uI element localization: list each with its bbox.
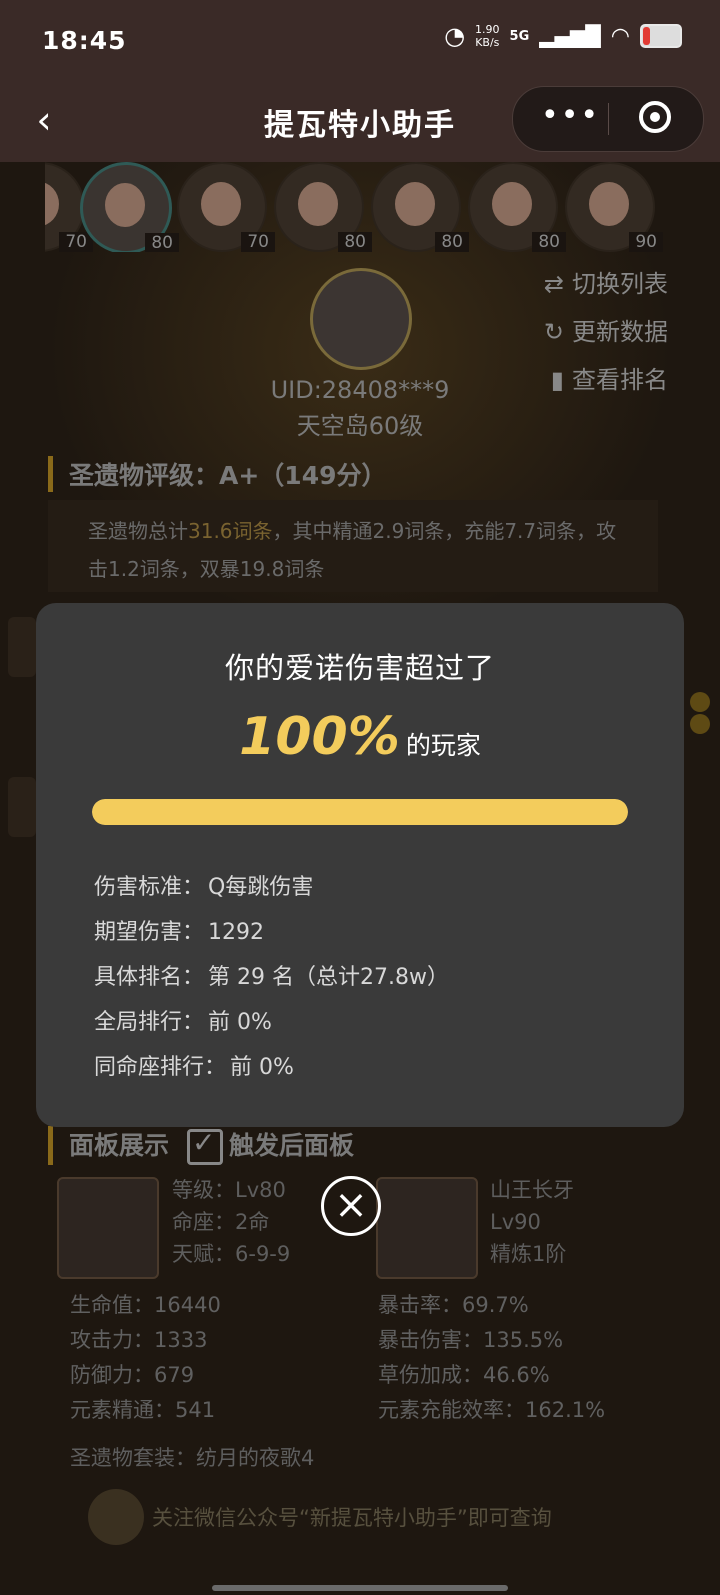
status-icons: ◔ 1.90 KB/s 5G ▂▄▆█ ◠	[444, 22, 682, 50]
character-level: 90	[629, 232, 663, 252]
panel-section-title: 面板展示触发后面板	[48, 1126, 354, 1165]
character-info: 等级：Lv80 命座：2命 天赋：6-9-9	[172, 1178, 291, 1266]
signal-icon: ▂▄▆█	[539, 24, 601, 48]
speed-value: 1.90	[475, 23, 500, 36]
status-bar: 18:45 ◔ 1.90 KB/s 5G ▂▄▆█ ◠	[0, 0, 720, 82]
checkbox-icon[interactable]	[187, 1126, 224, 1165]
stats-right: 暴击率：69.7% 暴击伤害：135.5% 草伤加成：46.6% 元素充能效率：…	[378, 1293, 606, 1422]
character-level: 80	[435, 232, 469, 252]
character-avatar-selected[interactable]: 80	[80, 162, 179, 252]
artifact-rating-title: 圣遗物评级：A+（149分）	[48, 456, 386, 492]
ranking-modal: 你的爱诺伤害超过了 100% 的玩家 伤害标准： Q每跳伤害 期望伤害： 1292 具…	[36, 603, 684, 1127]
close-miniprogram-button[interactable]	[639, 101, 671, 133]
footer: 关注微信公众号“新提瓦特小助手”即可查询	[88, 1489, 552, 1545]
weapon-image	[376, 1177, 478, 1279]
percent-value: 100%	[239, 707, 400, 767]
side-indicator	[690, 714, 710, 734]
detail-row: 伤害标准： Q每跳伤害	[94, 875, 314, 900]
network-speed: 1.90 KB/s	[475, 23, 500, 49]
home-indicator[interactable]	[212, 1585, 508, 1591]
switch-list-button[interactable]: ⇄ 切换列表	[544, 260, 668, 308]
character-avatar[interactable]: 80	[371, 162, 469, 252]
character-avatar[interactable]: 70	[177, 162, 275, 252]
character-avatar[interactable]: 90	[565, 162, 663, 252]
character-avatar[interactable]: 70	[45, 162, 93, 252]
stats-left: 生命值：16440 攻击力：1333 防御力：679 元素精通：541	[70, 1293, 221, 1422]
character-level: 80	[338, 232, 372, 252]
side-card	[8, 777, 36, 837]
modal-headline: 你的爱诺伤害超过了	[224, 651, 495, 685]
title-bar: ‹ 提瓦特小助手 •••	[0, 82, 720, 162]
battery-icon	[640, 24, 682, 48]
profile-avatar	[310, 268, 412, 370]
server-level: 天空岛60级	[296, 412, 424, 440]
progress-fill	[92, 799, 628, 825]
progress-bar	[92, 799, 628, 825]
detail-row: 全局排行：前 0%	[94, 1010, 272, 1035]
close-modal-button[interactable]: ×	[321, 1176, 381, 1236]
footer-text: 关注微信公众号“新提瓦特小助手”即可查询	[152, 1506, 552, 1530]
wifi-icon: ◠	[610, 23, 630, 49]
percent-suffix: 的玩家	[405, 731, 481, 760]
character-avatar[interactable]: 80	[274, 162, 372, 252]
character-portrait	[57, 1177, 159, 1279]
network-type: 5G	[509, 28, 530, 44]
weapon-info: 山王长牙 Lv90 精炼1阶	[490, 1178, 574, 1266]
artifact-set: 圣遗物套装：纺月的夜歌4	[70, 1446, 315, 1470]
detail-row: 具体排名：第 29 名（总计27.8w）	[94, 965, 449, 990]
side-indicator	[690, 692, 710, 712]
side-card	[8, 617, 36, 677]
character-level: 80	[145, 233, 179, 252]
character-level: 70	[241, 232, 275, 252]
miniprogram-capsule: •••	[512, 86, 704, 152]
character-selector: 70 80 70 80 80 80 90	[45, 162, 675, 252]
refresh-button[interactable]: ↻ 更新数据	[544, 308, 668, 356]
artifact-summary: 圣遗物总计31.6词条，其中精通2.9词条，充能7.7词条，攻击1.2词条，双暴…	[48, 500, 658, 592]
clock: 18:45	[42, 26, 127, 55]
capsule-divider	[608, 103, 609, 135]
detail-row: 期望伤害： 1292	[94, 920, 265, 945]
detail-row: 同命座排行：前 0%	[94, 1055, 294, 1080]
panel-toggle-label: 触发后面板	[229, 1131, 355, 1160]
modal-details: 伤害标准： Q每跳伤害 期望伤害： 1292 具体排名：第 29 名（总计27.8w…	[94, 865, 449, 1090]
speedometer-icon: ◔	[444, 22, 466, 50]
modal-percent-line: 100% 的玩家	[36, 707, 684, 767]
app-logo	[88, 1489, 144, 1545]
uid-text: UID:28408***9	[270, 376, 450, 404]
speed-unit: KB/s	[475, 36, 500, 49]
refresh-icon: ↻	[543, 318, 564, 346]
swap-icon: ⇄	[543, 270, 564, 298]
character-avatar[interactable]: 80	[468, 162, 566, 252]
character-level: 80	[532, 232, 566, 252]
more-button[interactable]: •••	[541, 101, 600, 131]
